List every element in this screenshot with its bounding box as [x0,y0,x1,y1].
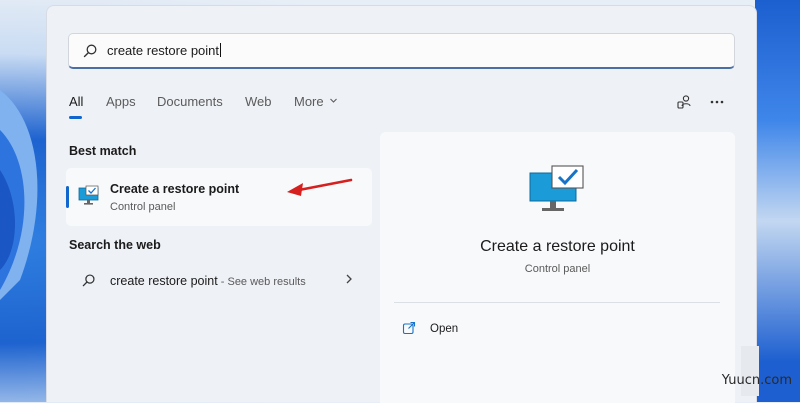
detail-subtitle: Control panel [524,263,591,275]
selection-indicator [66,186,69,208]
tab-documents[interactable]: Documents [157,94,223,109]
chevron-down-icon [330,98,338,103]
detail-title: Create a restore point [480,238,635,255]
web-search-query: create restore point - See web results [110,274,306,288]
open-external-icon [402,321,416,335]
best-match-subtitle: Control panel [110,201,176,213]
tab-apps[interactable]: Apps [106,94,136,109]
monitor-check-icon [529,165,584,211]
best-match-title: Create a restore point [110,182,240,196]
search-web-heading: Search the web [69,238,161,252]
search-icon [83,44,97,58]
tab-all[interactable]: All [69,94,83,109]
search-query-text: create restore point [107,43,222,58]
more-options-icon[interactable] [707,92,727,112]
search-input[interactable]: create restore point [68,33,735,69]
wallpaper-right [755,0,800,402]
active-tab-indicator [69,116,82,119]
result-detail-pane: Create a restore point Control panel Ope… [380,132,735,403]
start-search-panel: create restore point All Apps Documents … [46,5,757,403]
detail-divider [394,302,720,303]
chevron-right-icon[interactable] [344,272,354,286]
switch-account-icon[interactable] [674,92,694,112]
annotation-arrow [287,178,353,196]
watermark-backdrop [741,346,759,396]
watermark: Yuucn.com [721,373,792,388]
web-search-hint: - See web results [217,276,306,288]
text-caret [220,43,222,57]
monitor-check-icon [78,185,99,205]
tab-more[interactable]: More [294,94,338,109]
best-match-heading: Best match [69,144,137,158]
search-icon [82,274,95,287]
open-action-label: Open [430,323,459,335]
tab-more-label: More [294,94,324,109]
web-search-result[interactable]: create restore point - See web results [66,268,372,294]
tab-web[interactable]: Web [245,94,272,109]
